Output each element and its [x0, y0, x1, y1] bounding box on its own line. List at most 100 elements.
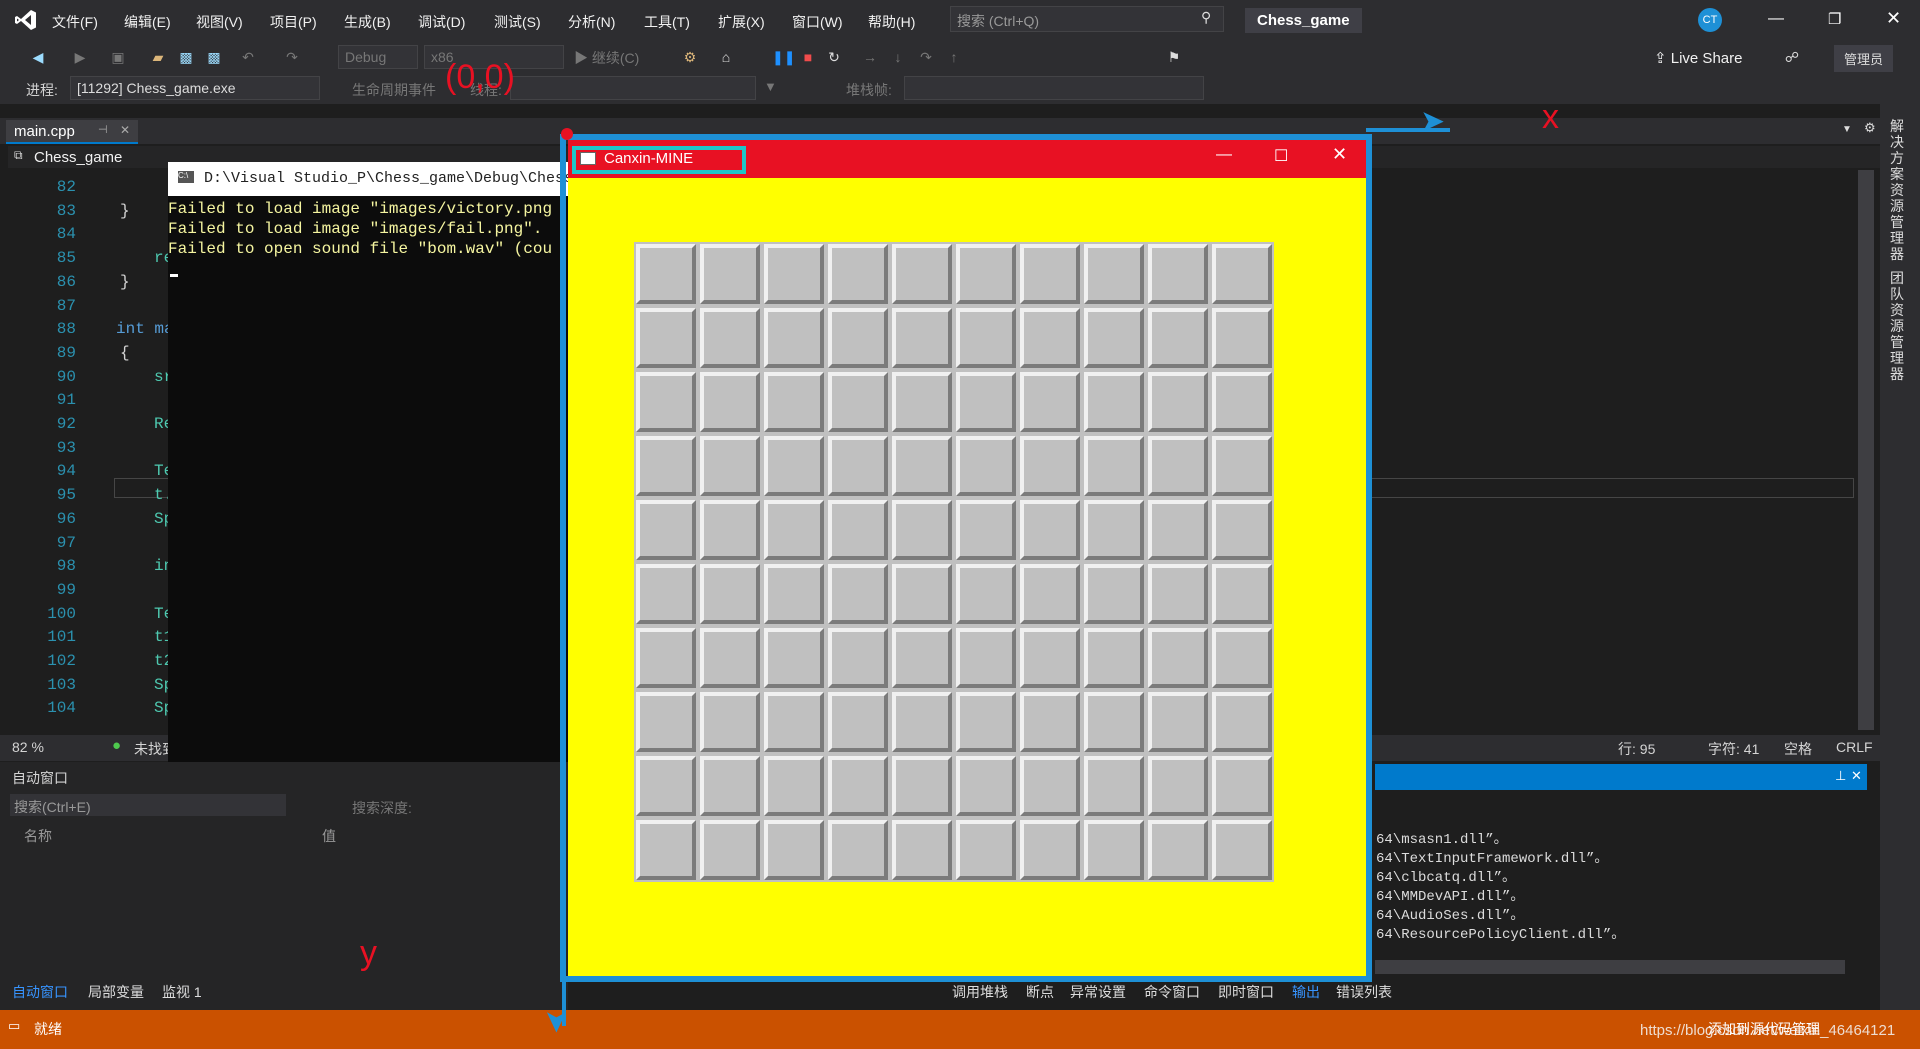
game-title-bar[interactable]: Canxin-MINE — ☐ ✕ [568, 136, 1368, 178]
attach-icon[interactable]: ⚙ [682, 49, 698, 65]
board-cell[interactable] [700, 756, 760, 816]
board-cell[interactable] [1212, 820, 1272, 880]
board-cell[interactable] [1148, 436, 1208, 496]
save-icon[interactable]: ▩ [178, 49, 194, 65]
board-cell[interactable] [1212, 756, 1272, 816]
open-icon[interactable]: ▰ [150, 49, 166, 65]
board-cell[interactable] [700, 308, 760, 368]
bottom-tab[interactable]: 即时窗口 [1218, 982, 1274, 1002]
board-cell[interactable] [636, 244, 696, 304]
board-cell[interactable] [892, 564, 952, 624]
autos-search[interactable]: 搜索(Ctrl+E) [10, 794, 286, 816]
lifecycle-events[interactable]: 生命周期事件 [352, 80, 436, 100]
board-cell[interactable] [1020, 756, 1080, 816]
board-cell[interactable] [956, 436, 1016, 496]
step-over-icon[interactable]: ↷ [918, 49, 934, 65]
board-cell[interactable] [1084, 308, 1144, 368]
board-cell[interactable] [1148, 692, 1208, 752]
board-cell[interactable] [956, 820, 1016, 880]
stop-icon[interactable]: ■ [800, 49, 816, 65]
board-cell[interactable] [1148, 500, 1208, 560]
board-cell[interactable] [1020, 692, 1080, 752]
board-cell[interactable] [892, 692, 952, 752]
menu-item-10[interactable]: 窗口(W) [792, 12, 843, 32]
menu-item-11[interactable]: 帮助(H) [868, 12, 915, 32]
board-cell[interactable] [956, 244, 1016, 304]
nav-project[interactable]: Chess_game [34, 149, 122, 166]
output-hscroll[interactable] [1375, 960, 1845, 974]
live-share-button[interactable]: ⇪ Live Share [1654, 49, 1742, 67]
bottom-tab[interactable]: 断点 [1026, 982, 1054, 1002]
menu-item-0[interactable]: 文件(F) [52, 12, 98, 32]
stack-select[interactable] [904, 76, 1204, 100]
board-cell[interactable] [700, 244, 760, 304]
board-cell[interactable] [1020, 820, 1080, 880]
board-cell[interactable] [892, 628, 952, 688]
step-into-icon[interactable]: ↓ [890, 49, 906, 65]
bottom-tab[interactable]: 命令窗口 [1144, 982, 1200, 1002]
game-close-icon[interactable]: ✕ [1332, 144, 1347, 165]
restart-icon[interactable]: ↻ [826, 49, 842, 65]
board-cell[interactable] [700, 500, 760, 560]
board-cell[interactable] [764, 820, 824, 880]
board-cell[interactable] [956, 308, 1016, 368]
board-cell[interactable] [636, 308, 696, 368]
board-cell[interactable] [828, 308, 888, 368]
board-cell[interactable] [1084, 436, 1144, 496]
redo-icon[interactable]: ↷ [284, 49, 300, 65]
editor-vertical-scrollbar[interactable] [1858, 170, 1874, 730]
board-cell[interactable] [1212, 628, 1272, 688]
menu-item-8[interactable]: 工具(T) [644, 12, 690, 32]
minimize-icon[interactable]: — [1768, 10, 1784, 28]
board-cell[interactable] [1020, 308, 1080, 368]
board-cell[interactable] [892, 244, 952, 304]
menu-item-9[interactable]: 扩展(X) [718, 12, 765, 32]
board-cell[interactable] [956, 756, 1016, 816]
board-cell[interactable] [828, 756, 888, 816]
search-input[interactable]: 搜索 (Ctrl+Q) ⚲ [950, 6, 1224, 32]
board-cell[interactable] [764, 564, 824, 624]
panel-pin-icon[interactable]: ⊥ [1835, 768, 1846, 784]
board-cell[interactable] [764, 500, 824, 560]
menu-item-3[interactable]: 项目(P) [270, 12, 317, 32]
filter-icon[interactable]: ▼ [764, 79, 777, 94]
board-cell[interactable] [956, 628, 1016, 688]
board-cell[interactable] [1148, 308, 1208, 368]
board-cell[interactable] [828, 500, 888, 560]
board-cell[interactable] [636, 564, 696, 624]
step-out-icon[interactable]: ↑ [946, 49, 962, 65]
console-title-bar[interactable]: C:\ D:\Visual Studio_P\Chess_game\Debug\… [168, 162, 609, 196]
menu-item-4[interactable]: 生成(B) [344, 12, 391, 32]
board-cell[interactable] [1084, 756, 1144, 816]
tab-main-cpp[interactable]: main.cpp ⊣ ✕ [6, 120, 138, 144]
board-cell[interactable] [828, 436, 888, 496]
back-icon[interactable]: ◀ [30, 49, 46, 65]
board-cell[interactable] [892, 820, 952, 880]
hot-reload-icon[interactable]: ⌂ [718, 49, 734, 65]
board-cell[interactable] [1148, 756, 1208, 816]
board-cell[interactable] [956, 692, 1016, 752]
board-cell[interactable] [892, 436, 952, 496]
process-select[interactable]: [11292] Chess_game.exe [70, 76, 320, 100]
feedback-icon[interactable]: ☍ [1784, 49, 1800, 65]
thread-select[interactable] [510, 76, 756, 100]
undo-icon[interactable]: ↶ [240, 49, 256, 65]
autos-tab[interactable]: 局部变量 [88, 982, 144, 1002]
board-cell[interactable] [1148, 372, 1208, 432]
board-cell[interactable] [636, 628, 696, 688]
board-cell[interactable] [700, 692, 760, 752]
zoom-level[interactable]: 82 % [12, 739, 44, 755]
board-cell[interactable] [1020, 500, 1080, 560]
bottom-tab[interactable]: 调用堆栈 [952, 982, 1008, 1002]
board-cell[interactable] [1084, 244, 1144, 304]
board-cell[interactable] [700, 564, 760, 624]
bottom-tab[interactable]: 错误列表 [1336, 982, 1392, 1002]
board-cell[interactable] [700, 820, 760, 880]
board-cell[interactable] [1020, 372, 1080, 432]
close-icon[interactable]: ✕ [1886, 8, 1901, 29]
board-cell[interactable] [764, 308, 824, 368]
autos-tab[interactable]: 自动窗口 [12, 982, 68, 1002]
board-cell[interactable] [1084, 628, 1144, 688]
game-window[interactable] [568, 136, 1368, 978]
board-cell[interactable] [1084, 564, 1144, 624]
